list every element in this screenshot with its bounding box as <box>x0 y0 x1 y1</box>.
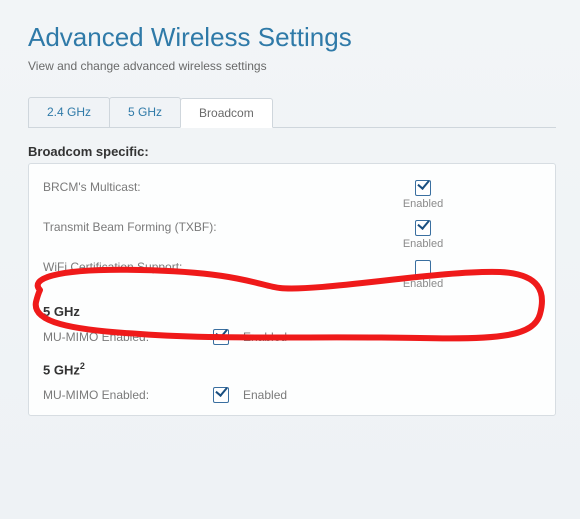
row-brcm-multicast: BRCM's Multicast: <box>29 174 555 198</box>
checkbox-5ghz-mumimo[interactable] <box>213 329 229 345</box>
row-txbf: Transmit Beam Forming (TXBF): <box>29 214 555 238</box>
subsection-5ghz2-sup: 2 <box>80 361 85 371</box>
checkbox-5ghz2-mumimo[interactable] <box>213 387 229 403</box>
broadcom-panel: BRCM's Multicast: Enabled Transmit Beam … <box>28 163 556 416</box>
tab-2-4ghz[interactable]: 2.4 GHz <box>28 97 110 127</box>
status-5ghz2-mumimo: Enabled <box>243 388 287 402</box>
tab-bar: 2.4 GHz 5 GHz Broadcom <box>28 97 556 128</box>
row-5ghz-mumimo: MU-MIMO Enabled: Enabled <box>29 323 555 351</box>
status-txbf: Enabled <box>303 238 543 250</box>
page-subtitle: View and change advanced wireless settin… <box>28 59 580 73</box>
checkbox-txbf[interactable] <box>415 220 431 236</box>
subsection-5ghz2-text: 5 GHz <box>43 362 80 377</box>
label-5ghz2-mumimo: MU-MIMO Enabled: <box>43 388 213 402</box>
row-wifi-cert: WiFi Certification Support: <box>29 254 555 278</box>
label-txbf: Transmit Beam Forming (TXBF): <box>43 220 303 234</box>
status-wifi-cert: Enabled <box>303 278 543 290</box>
status-brcm-multicast: Enabled <box>303 198 543 210</box>
status-5ghz-mumimo: Enabled <box>243 330 287 344</box>
row-5ghz2-mumimo: MU-MIMO Enabled: Enabled <box>29 381 555 409</box>
subsection-5ghz2: 5 GHz2 <box>29 351 555 381</box>
section-title-broadcom: Broadcom specific: <box>28 144 580 159</box>
subsection-5ghz: 5 GHz <box>29 294 555 323</box>
page-title: Advanced Wireless Settings <box>28 22 580 53</box>
tab-broadcom[interactable]: Broadcom <box>180 98 273 128</box>
label-5ghz-mumimo: MU-MIMO Enabled: <box>43 330 213 344</box>
label-brcm-multicast: BRCM's Multicast: <box>43 180 303 194</box>
tab-5ghz[interactable]: 5 GHz <box>109 97 181 127</box>
label-wifi-cert: WiFi Certification Support: <box>43 260 303 274</box>
checkbox-brcm-multicast[interactable] <box>415 180 431 196</box>
checkbox-wifi-cert[interactable] <box>415 260 431 276</box>
